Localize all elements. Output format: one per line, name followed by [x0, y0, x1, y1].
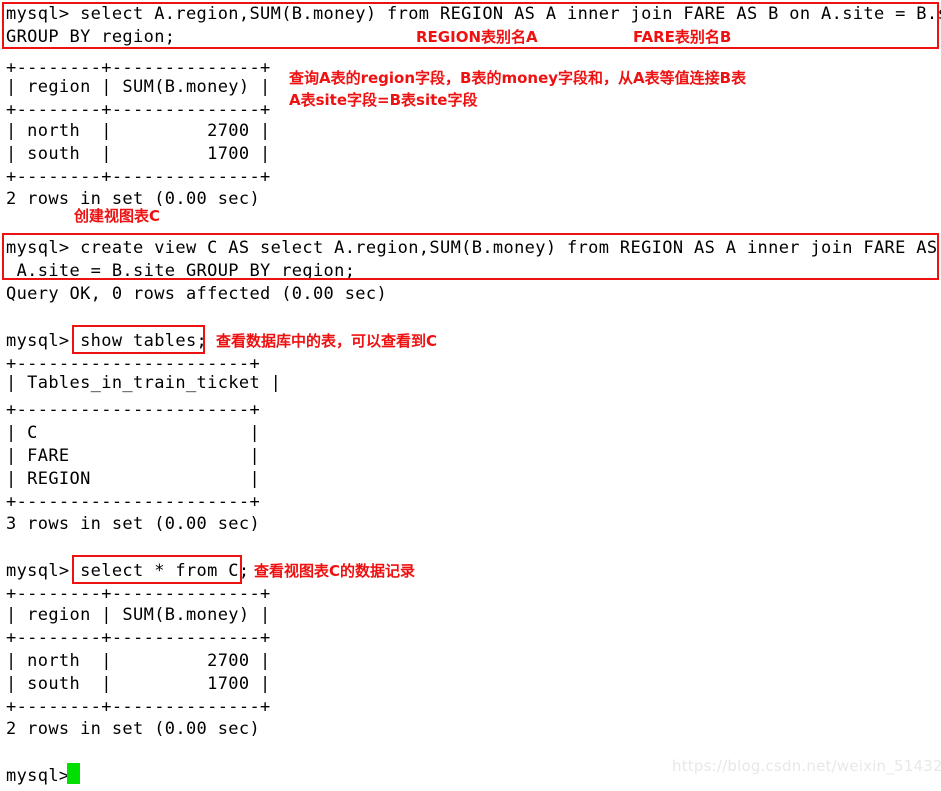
- terminal-line: | FARE |: [6, 446, 261, 466]
- terminal-line: | region | SUM(B.money) |: [6, 77, 271, 97]
- terminal-line: | north | 2700 |: [6, 121, 271, 141]
- terminal-line: +--------+--------------+: [6, 697, 271, 717]
- terminal-line: | REGION |: [6, 469, 261, 489]
- terminal-line: +----------------------+: [6, 400, 261, 420]
- terminal-line: | south | 1700 |: [6, 144, 271, 164]
- terminal-line: 2 rows in set (0.00 sec): [6, 189, 261, 209]
- terminal-line: mysql> create view C AS select A.region,…: [6, 238, 941, 258]
- terminal-line: +----------------------+: [6, 492, 261, 512]
- select-c-note: 查看视图表C的数据记录: [254, 562, 416, 580]
- terminal-line: | north | 2700 |: [6, 651, 271, 671]
- terminal-line: GROUP BY region;: [6, 27, 176, 47]
- terminal-line: +----------------------+: [6, 354, 261, 374]
- terminal-line: mysql> select * from C;: [6, 561, 250, 581]
- terminal-line: | region | SUM(B.money) |: [6, 605, 271, 625]
- terminal-line: | south | 1700 |: [6, 674, 271, 694]
- terminal-line: mysql> select A.region,SUM(B.money) from…: [6, 4, 941, 24]
- query-explain-note-line1: 查询A表的region字段，B表的money字段和，从A表等值连接B表: [289, 69, 747, 87]
- terminal-line: mysql> show tables;: [6, 331, 208, 351]
- terminal-line: +--------+--------------+: [6, 167, 271, 187]
- terminal-line: +--------+--------------+: [6, 100, 271, 120]
- terminal-line: Query OK, 0 rows affected (0.00 sec): [6, 284, 388, 304]
- create-view-note: 创建视图表C: [74, 207, 161, 225]
- terminal-line: +--------+--------------+: [6, 584, 271, 604]
- terminal-line: A.site = B.site GROUP BY region;: [6, 261, 356, 281]
- terminal-line: 2 rows in set (0.00 sec): [6, 719, 261, 739]
- fare-alias-note: FARE表别名B: [633, 28, 732, 46]
- query-explain-note-line2: A表site字段=B表site字段: [289, 91, 478, 109]
- terminal-cursor: [67, 763, 80, 784]
- terminal-line: 3 rows in set (0.00 sec): [6, 514, 261, 534]
- region-alias-note: REGION表别名A: [416, 28, 538, 46]
- terminal-line: | Tables_in_train_ticket |: [6, 373, 282, 393]
- watermark-text: https://blog.csdn.net/weixin_51432770: [672, 757, 941, 775]
- show-tables-note: 查看数据库中的表，可以查看到C: [216, 332, 438, 350]
- terminal-line: +--------+--------------+: [6, 628, 271, 648]
- terminal-line: +--------+--------------+: [6, 58, 271, 78]
- terminal-line: | C |: [6, 423, 261, 443]
- terminal-line: mysql>: [6, 766, 70, 786]
